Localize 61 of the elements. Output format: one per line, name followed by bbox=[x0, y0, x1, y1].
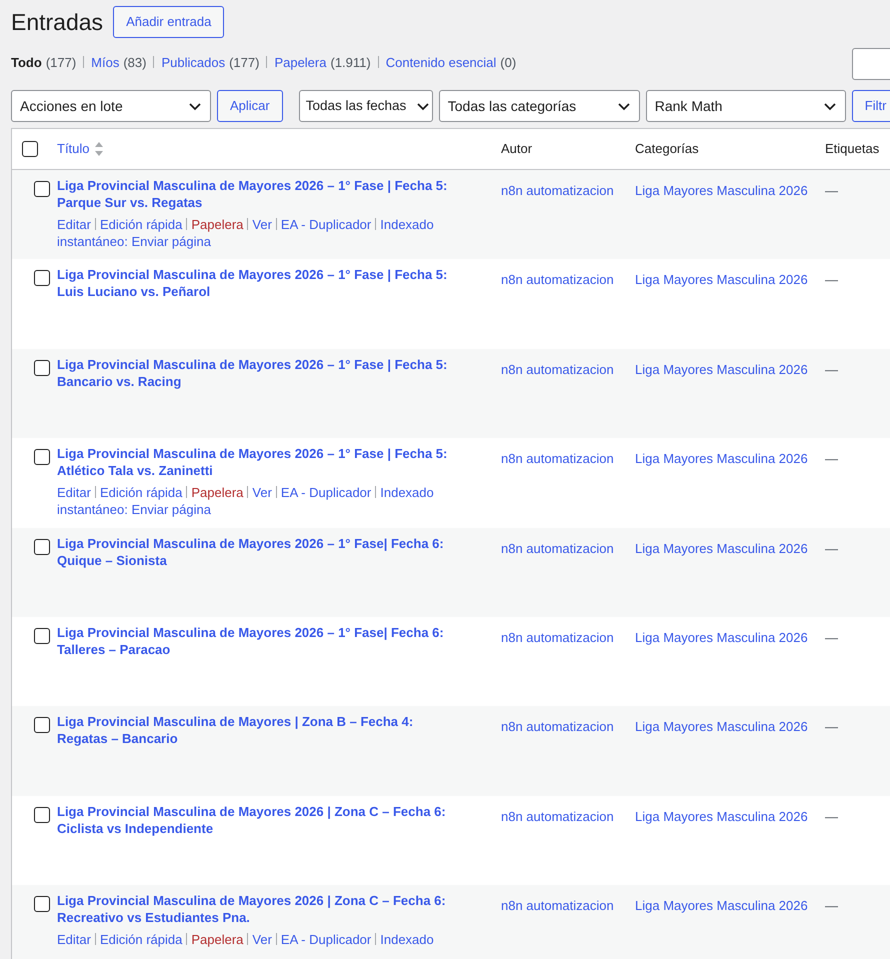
category-link[interactable]: Liga Mayores Masculina 2026 bbox=[635, 183, 808, 198]
author-link[interactable]: n8n automatizacion bbox=[501, 540, 614, 556]
author-link[interactable]: n8n automatizacion bbox=[501, 183, 614, 198]
post-title-link[interactable]: Liga Provincial Masculina de Mayores 2026 – 1° Fase | Fecha 5: Parque Sur vs. Regatas bbox=[57, 177, 460, 211]
tags-cell: — bbox=[825, 183, 838, 198]
post-title-link[interactable]: Liga Provincial Masculina de Mayores 2026 – 1° Fase | Fecha 5: Bancario vs. Racing bbox=[57, 356, 460, 390]
post-title-link[interactable]: Liga Provincial Masculina de Mayores | Zona B – Fecha 4: Regatas – Bancario bbox=[57, 713, 460, 748]
row-actions[interactable]: Editar Edición rápida Papelera Ver EA - Duplicador Indexado instantáneo: Enviar página bbox=[57, 484, 460, 518]
dropdown-select[interactable]: Todas las categorías bbox=[438, 90, 640, 122]
author-link[interactable]: n8n automatizacion bbox=[501, 362, 614, 377]
author-link[interactable]: n8n automatizacion bbox=[501, 719, 614, 734]
view-filter-link[interactable]: Contenido esencial bbox=[386, 53, 496, 72]
tags-cell: — bbox=[825, 272, 838, 288]
category-link[interactable]: Liga Mayores Masculina 2026 bbox=[635, 451, 808, 466]
author-link[interactable]: n8n automatizacion bbox=[501, 898, 614, 914]
dropdown-select[interactable]: Acciones en lote bbox=[11, 90, 211, 122]
category-link[interactable]: Liga Mayores Masculina 2026 bbox=[635, 630, 808, 645]
column-header: Autor bbox=[500, 140, 534, 158]
view-count: (177) bbox=[46, 54, 76, 72]
view-filter-link[interactable]: Todo bbox=[11, 53, 42, 72]
tags-cell: — bbox=[825, 540, 838, 556]
dropdown-select[interactable]: Todas las fechas bbox=[298, 90, 433, 122]
category-link[interactable]: Liga Mayores Masculina 2026 bbox=[635, 808, 808, 824]
column-header: Categorías bbox=[634, 140, 700, 158]
filter-button[interactable]: Filtr bbox=[852, 90, 890, 122]
view-filter-link[interactable]: Publicados bbox=[161, 53, 226, 72]
add-post-button[interactable]: Añadir entrada bbox=[113, 6, 224, 38]
post-title-link[interactable]: Liga Provincial Masculina de Mayores 2026 – 1° Fase | Fecha 5: Atlético Tala vs. Zaninetti bbox=[57, 445, 460, 480]
category-link[interactable]: Liga Mayores Masculina 2026 bbox=[635, 719, 808, 734]
author-link[interactable]: n8n automatizacion bbox=[501, 808, 614, 824]
view-count: (1.911) bbox=[330, 54, 371, 72]
tags-cell: — bbox=[825, 362, 838, 377]
category-link[interactable]: Liga Mayores Masculina 2026 bbox=[635, 898, 808, 914]
view-filter-link[interactable]: Míos bbox=[91, 53, 120, 72]
view-count: (83) bbox=[123, 54, 146, 72]
post-title-link[interactable]: Liga Provincial Masculina de Mayores 2026 – 1° Fase| Fecha 6: Quique – Sionista bbox=[57, 534, 460, 569]
post-title-link[interactable]: Liga Provincial Masculina de Mayores 2026 – 1° Fase | Fecha 5: Luis Luciano vs. Peñarol bbox=[57, 266, 460, 300]
dropdown-select[interactable]: Rank Math bbox=[646, 90, 846, 122]
tags-cell: — bbox=[825, 630, 838, 645]
category-link[interactable]: Liga Mayores Masculina 2026 bbox=[635, 272, 808, 288]
view-count: (177) bbox=[229, 54, 260, 72]
author-link[interactable]: n8n automatizacion bbox=[501, 630, 614, 645]
tags-cell: — bbox=[825, 898, 838, 914]
author-link[interactable]: n8n automatizacion bbox=[501, 451, 614, 466]
author-link[interactable]: n8n automatizacion bbox=[501, 272, 614, 288]
post-title-link[interactable]: Liga Provincial Masculina de Mayores 2026 | Zona C – Fecha 6: Ciclista vs Independiente bbox=[57, 802, 460, 837]
post-title-link[interactable]: Liga Provincial Masculina de Mayores 2026 – 1° Fase| Fecha 6: Talleres – Paracao bbox=[57, 624, 460, 658]
tags-cell: — bbox=[825, 719, 838, 734]
column-header-link[interactable]: Título bbox=[57, 139, 90, 159]
view-filter-link[interactable]: Papelera bbox=[274, 53, 326, 72]
category-link[interactable]: Liga Mayores Masculina 2026 bbox=[635, 362, 808, 377]
post-title-link[interactable]: Liga Provincial Masculina de Mayores 2026 | Zona C – Fecha 6: Recreativo vs Estudiantes Pna. bbox=[57, 892, 460, 926]
tags-cell: — bbox=[825, 451, 838, 466]
category-link[interactable]: Liga Mayores Masculina 2026 bbox=[635, 540, 808, 556]
row-actions[interactable]: Editar Edición rápida Papelera Ver EA - Duplicador Indexado instantáneo: Enviar página bbox=[57, 216, 460, 250]
tags-cell: — bbox=[825, 808, 838, 824]
row-actions[interactable]: Editar Edición rápida Papelera Ver EA - Duplicador Indexado bbox=[57, 931, 460, 948]
apply-button[interactable]: Aplicar bbox=[217, 90, 283, 122]
column-header: Etiquetas bbox=[824, 140, 880, 158]
page-title: Entradas bbox=[11, 10, 104, 34]
view-count: (0) bbox=[500, 54, 516, 72]
